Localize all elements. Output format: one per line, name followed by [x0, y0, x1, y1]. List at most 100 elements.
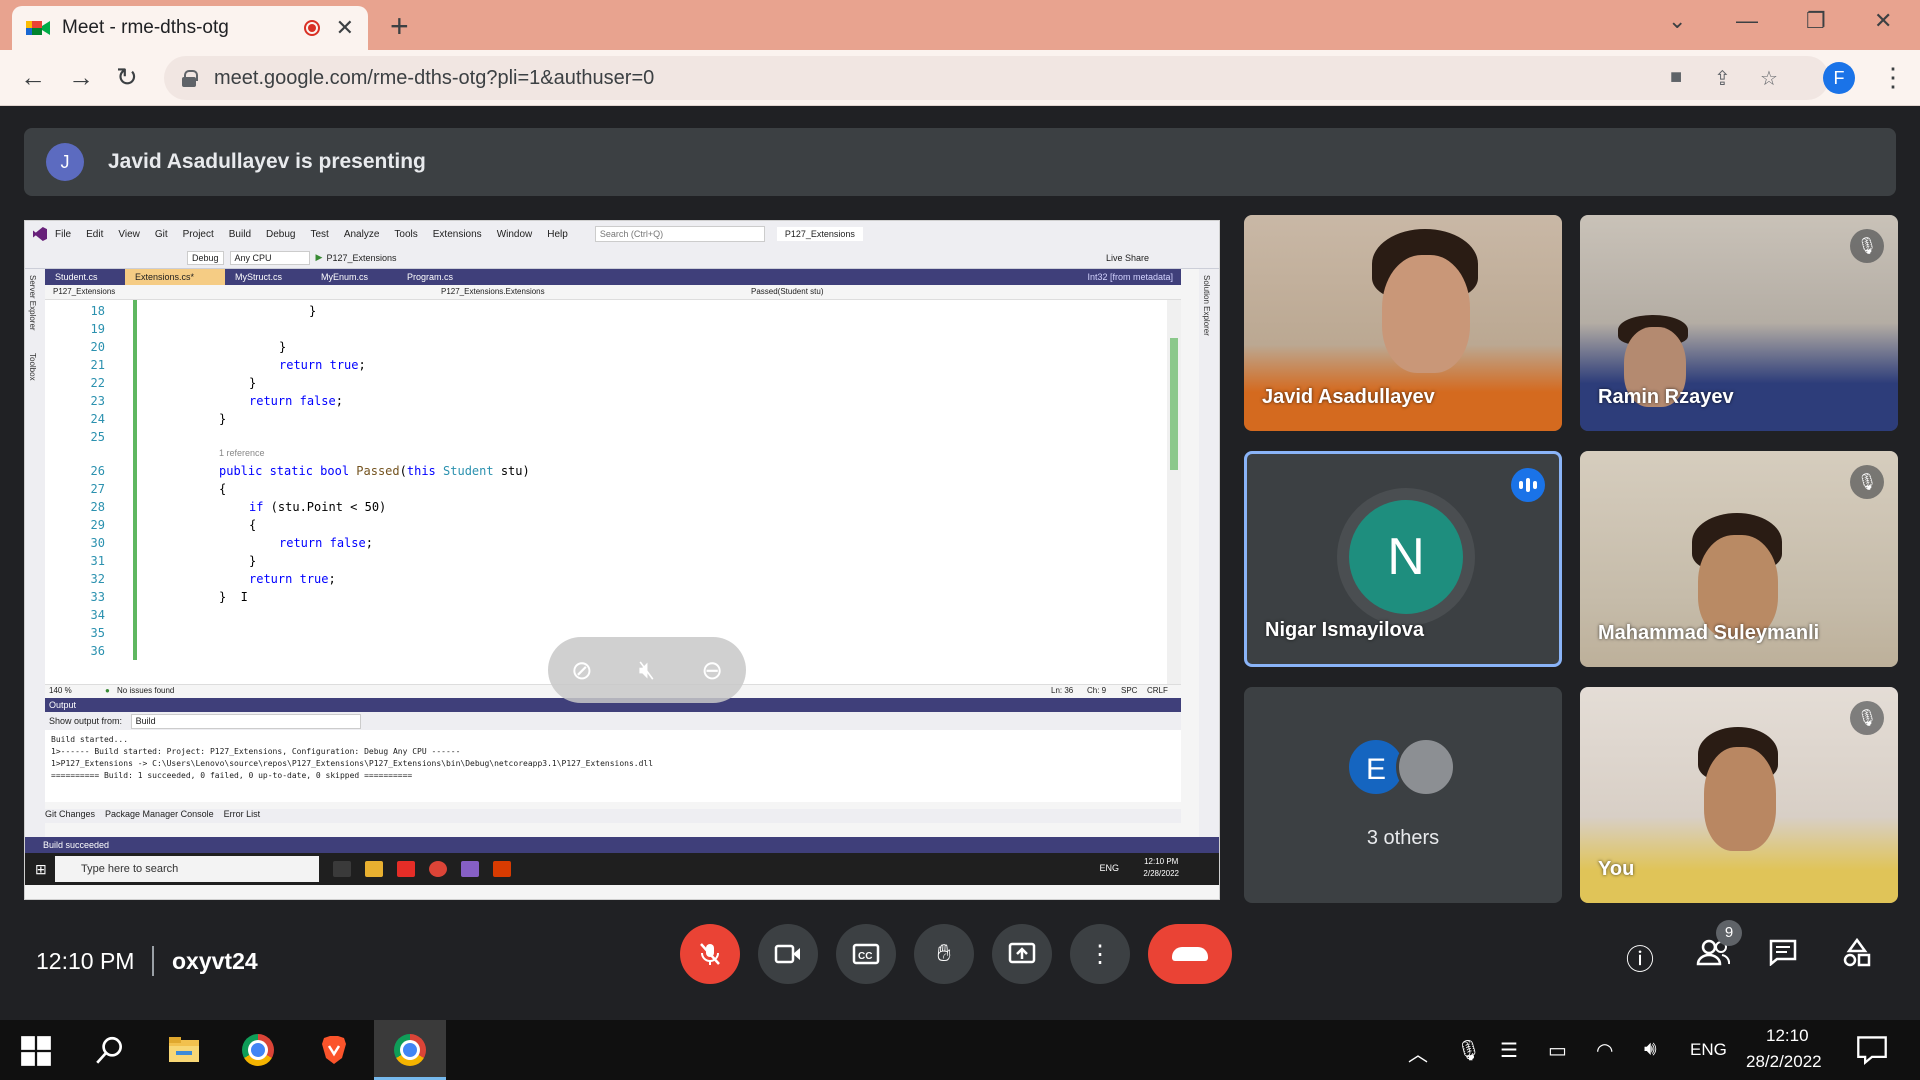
vs-left-strip: Server Explorer Toolbox	[25, 269, 45, 854]
code-line: }	[219, 412, 227, 426]
vs-tab-extensions: Extensions.cs*	[125, 269, 225, 285]
participant-tile[interactable]: 🎙︎ Ramin Rzayev	[1580, 215, 1898, 431]
vs-run-icon: ▶	[315, 252, 323, 262]
participant-tile[interactable]: N Nigar Ismayilova	[1244, 451, 1562, 667]
issues-status: No issues found	[117, 686, 175, 695]
vs-menu-test: Test	[310, 228, 329, 240]
omnibox[interactable]: meet.google.com/rme-dths-otg?pli=1&authu…	[164, 56, 1829, 100]
brave-icon[interactable]	[318, 1034, 350, 1066]
vs-menu-view: View	[118, 228, 140, 240]
shared-windows-taskbar: ⊞ Type here to search ENG 12:10 PM 2/28/…	[25, 853, 1219, 885]
more-vert-icon: ⋮	[1088, 940, 1112, 968]
notification-tray-icon[interactable]: ☰	[1500, 1038, 1518, 1063]
chrome-icon[interactable]	[242, 1034, 274, 1066]
close-window-button[interactable]: ✕	[1874, 8, 1892, 34]
vs-document-tabs: Student.cs Extensions.cs* MyStruct.cs My…	[45, 269, 1181, 285]
chrome-active-icon[interactable]	[394, 1034, 426, 1066]
browser-tab[interactable]: Meet - rme-dths-otg ✕	[12, 6, 368, 50]
tab-title: Meet - rme-dths-otg	[62, 17, 229, 38]
back-button[interactable]: ←	[20, 62, 46, 92]
browser-menu-icon[interactable]: ⋮	[1880, 62, 1906, 93]
profile-avatar[interactable]: F	[1823, 62, 1855, 94]
battery-icon[interactable]: ▭	[1548, 1038, 1567, 1063]
line-number-gutter: 18 19 20 21 22 23 24 25 26 27 28 29 30 3…	[45, 300, 133, 684]
tab-search-icon[interactable]: ⌄	[1668, 8, 1686, 34]
tab-close-icon[interactable]: ✕	[336, 15, 354, 41]
activities-icon[interactable]	[1842, 937, 1872, 975]
new-tab-button[interactable]: +	[390, 8, 409, 44]
editor-scrollbar	[1167, 300, 1181, 684]
vs-tab-program: Program.cs	[407, 272, 454, 282]
vs-menu-bar: File Edit View Git Project Build Debug T…	[25, 221, 1219, 247]
output-source-bar: Show output from: Build	[45, 712, 1181, 730]
minimize-button[interactable]: —	[1736, 8, 1758, 34]
wifi-icon[interactable]: ◠	[1596, 1038, 1613, 1063]
participant-tile[interactable]: Javid Asadullayev	[1244, 215, 1562, 431]
participant-tile[interactable]: 🎙︎ Mahammad Suleymanli	[1580, 451, 1898, 667]
vs-toolbar: Debug Any CPU ▶ P127_Extensions Live Sha…	[25, 247, 1219, 269]
more-options-button[interactable]: ⋮	[1070, 924, 1130, 984]
line-number: 21	[90, 358, 105, 372]
vs-run-target: P127_Extensions	[326, 252, 397, 263]
char-info: Ch: 9	[1087, 686, 1107, 695]
language-indicator[interactable]: ENG	[1690, 1040, 1727, 1060]
others-tile[interactable]: E 3 others	[1244, 687, 1562, 903]
unpin-icon[interactable]: ⊘	[571, 655, 593, 686]
code-line: {	[219, 482, 227, 496]
remove-icon[interactable]: ⊖	[701, 655, 723, 686]
mute-tile-icon[interactable]: 🔇︎	[639, 654, 655, 686]
present-button[interactable]	[992, 924, 1052, 984]
volume-icon[interactable]: 🔊︎	[1644, 1038, 1657, 1061]
raise-hand-button[interactable]: ✋︎	[914, 924, 974, 984]
package-manager-tab: Package Manager Console	[105, 809, 214, 819]
chat-svg	[1769, 939, 1797, 967]
camera-button[interactable]	[758, 924, 818, 984]
code-line: return false;	[279, 536, 373, 550]
chat-icon[interactable]	[1768, 938, 1798, 973]
participant-avatar: N	[1349, 500, 1463, 614]
output-line: Build started...	[51, 735, 129, 744]
file-explorer-icon[interactable]	[168, 1034, 200, 1066]
shared-date: 2/28/2022	[1143, 869, 1179, 878]
change-indicator	[133, 300, 137, 660]
camera-icon[interactable]: ■	[1670, 66, 1682, 89]
captions-button[interactable]: CC	[836, 924, 896, 984]
leave-call-button[interactable]	[1148, 924, 1232, 984]
line-number: 24	[90, 412, 105, 426]
microphone-icon[interactable]: 🎙︎	[1456, 1038, 1481, 1063]
activities-svg	[1843, 937, 1871, 967]
bookmark-star-icon[interactable]: ☆	[1760, 66, 1778, 91]
reload-button[interactable]: ↻	[116, 62, 138, 92]
clock-time[interactable]: 12:10	[1766, 1026, 1809, 1046]
mic-off-button[interactable]	[680, 924, 740, 984]
line-number: 31	[90, 554, 105, 568]
vs-config-dropdown: Debug	[187, 250, 224, 265]
vs-menu-analyze: Analyze	[343, 228, 380, 240]
shared-vs-icon	[461, 861, 479, 877]
speaking-indicator-icon	[1511, 468, 1545, 502]
code-line: return true;	[249, 572, 336, 586]
vs-tab-myenum: MyEnum.cs	[321, 272, 369, 282]
search-icon[interactable]	[94, 1034, 126, 1066]
restore-button[interactable]: ❐	[1806, 8, 1826, 34]
line-number: 29	[90, 518, 105, 532]
forward-button[interactable]: →	[68, 62, 94, 92]
show-hidden-icons[interactable]: ︿	[1408, 1038, 1428, 1067]
vs-search-box: Search (Ctrl+Q)	[594, 226, 765, 242]
shared-chrome-icon	[429, 861, 447, 877]
shared-taskview-icon	[333, 861, 351, 877]
muted-mic-icon: 🎙︎	[1850, 465, 1884, 499]
toolbox-label: Toolbox	[28, 353, 37, 381]
participant-photo-avatar	[1396, 737, 1456, 797]
vs-nav-member: Passed(Student stu)	[751, 287, 824, 296]
share-icon[interactable]: ⇪	[1714, 66, 1731, 91]
participant-name: Mahammad Suleymanli	[1598, 622, 1820, 644]
self-tile[interactable]: 🎙︎ You	[1580, 687, 1898, 903]
action-center-icon[interactable]	[1856, 1034, 1888, 1066]
clock-date[interactable]: 28/2/2022	[1746, 1052, 1822, 1072]
output-from-dropdown: Build	[130, 714, 361, 729]
lock-icon[interactable]	[182, 70, 198, 87]
url-text[interactable]: meet.google.com/rme-dths-otg?pli=1&authu…	[214, 67, 654, 90]
windows-start-icon[interactable]	[20, 1035, 52, 1067]
meeting-info-icon[interactable]: ⓘ	[1626, 938, 1654, 978]
